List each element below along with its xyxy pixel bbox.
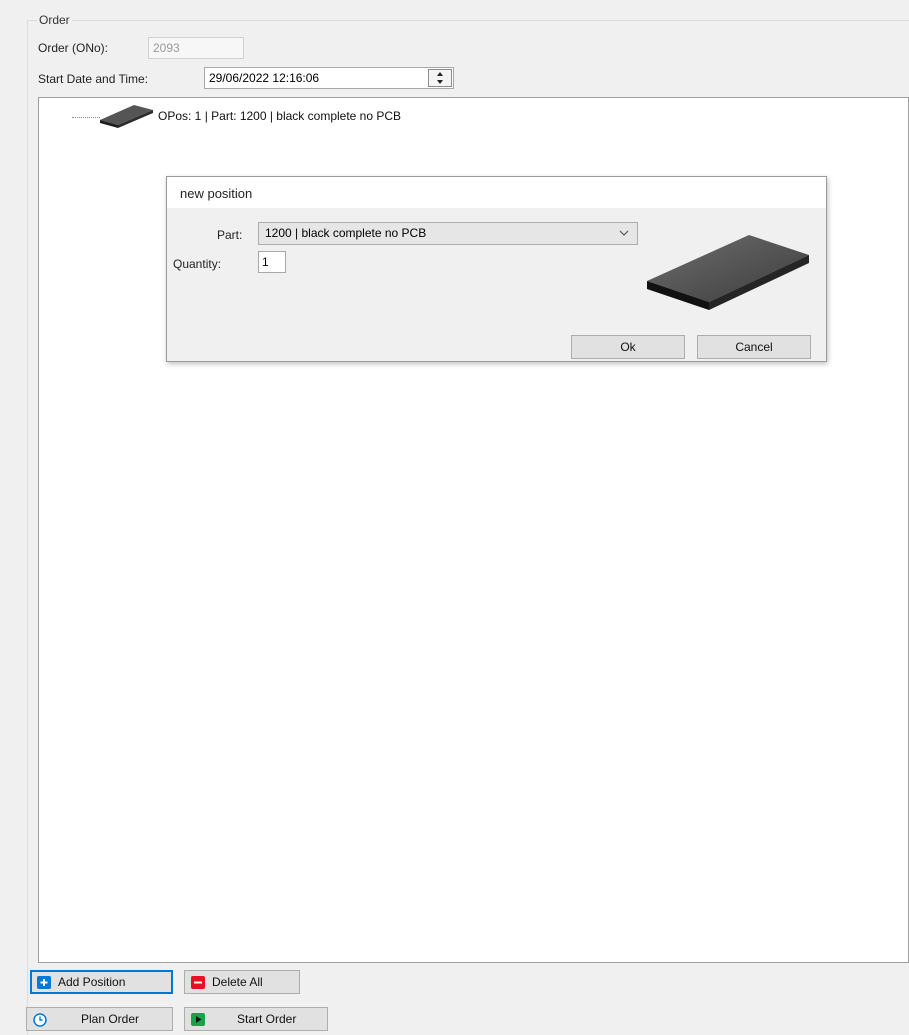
part-select[interactable]: 1200 | black complete no PCB [258,222,638,245]
quantity-label: Quantity: [173,257,222,271]
new-position-dialog: new position Part: 1200 | black complete… [166,176,827,362]
plus-icon [37,976,51,989]
black-part-icon [98,103,154,129]
start-date-label: Start Date and Time: [38,72,149,86]
add-position-button[interactable]: Add Position [30,970,173,994]
part-preview-image [645,232,813,312]
updown-arrows-icon [437,72,443,84]
play-icon [191,1013,205,1026]
part-label: Part: [217,228,243,242]
cancel-button[interactable]: Cancel [697,335,811,359]
delete-all-label: Delete All [212,975,263,989]
order-no-label: Order (ONo): [38,41,109,55]
plan-order-button[interactable]: Plan Order [26,1007,173,1031]
quantity-input[interactable]: 1 [258,251,286,273]
start-datetime-field[interactable]: 29/06/2022 12:16:06 [204,67,454,89]
ok-button[interactable]: Ok [571,335,685,359]
start-order-button[interactable]: Start Order [184,1007,328,1031]
dialog-titlebar[interactable] [167,177,826,208]
datetime-spin-button[interactable] [428,69,452,87]
order-no-field[interactable]: 2093 [148,37,244,59]
start-datetime-value: 29/06/2022 12:16:06 [209,71,320,85]
add-position-label: Add Position [58,975,126,989]
tree-item-label[interactable]: OPos: 1 | Part: 1200 | black complete no… [158,109,401,123]
part-select-value: 1200 | black complete no PCB [265,226,427,240]
order-group-title: Order [37,13,72,27]
start-order-label: Start Order [237,1012,297,1026]
clock-icon [33,1013,47,1027]
delete-all-button[interactable]: Delete All [184,970,300,994]
minus-icon [191,976,205,989]
dialog-title: new position [180,186,253,201]
chevron-down-icon [619,230,629,236]
tree-connector-line [72,117,100,118]
plan-order-label: Plan Order [81,1012,140,1026]
